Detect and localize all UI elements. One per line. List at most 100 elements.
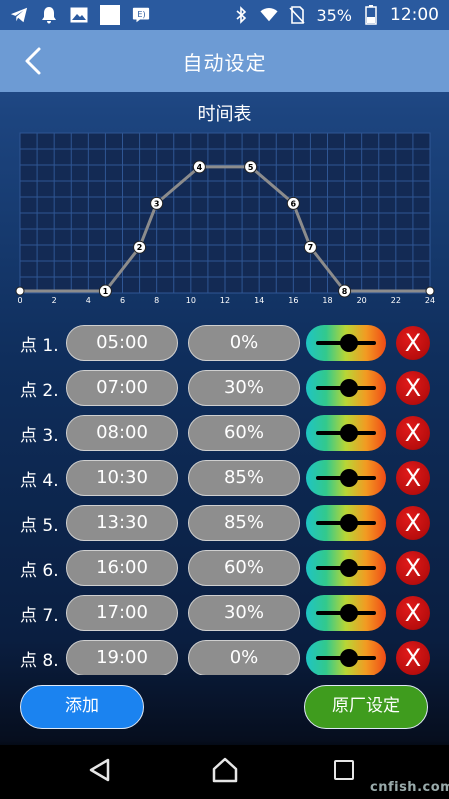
image-icon [70,6,88,24]
point-row-3: 点 3. 08:00 60% X [0,415,449,451]
color-slider-icon[interactable] [306,640,386,675]
no-sim-icon [288,6,306,24]
blank-app-icon [100,5,120,25]
chart-point-label: 4 [197,163,203,172]
chart-point[interactable]: 4 [192,160,206,174]
percent-field[interactable]: 30% [188,595,300,631]
time-field[interactable]: 13:30 [66,505,178,541]
title-bar: 自动设定 [0,30,449,92]
chart-point-label: 2 [137,243,143,252]
x-tick-label: 0 [17,296,22,305]
percent-field[interactable]: 60% [188,415,300,451]
point-row-2: 点 2. 07:00 30% X [0,370,449,406]
add-button[interactable]: 添加 [20,685,144,729]
chart-point-label: 8 [342,287,348,296]
x-tick-label: 2 [52,296,57,305]
chart-point-label: 5 [248,163,254,172]
point-label: 点 1. [20,336,59,356]
time-field[interactable]: 17:00 [66,595,178,631]
point-label: 点 4. [20,471,59,491]
color-slider-icon[interactable] [306,370,386,406]
x-tick-label: 24 [425,296,435,305]
chart-title: 时间表 [197,104,252,125]
chart-point[interactable]: 1 [98,284,112,298]
nav-recent-apps-icon[interactable] [334,760,354,780]
wifi-icon [260,6,278,24]
bluetooth-icon [232,6,250,24]
delete-icon[interactable]: X [396,551,430,585]
time-field[interactable]: 07:00 [66,370,178,406]
x-tick-label: 18 [322,296,332,305]
x-tick-label: 22 [391,296,401,305]
x-tick-label: 12 [220,296,230,305]
chevron-left-icon [25,47,41,75]
chart-point[interactable]: 8 [338,284,352,298]
chart-point[interactable]: 7 [303,240,317,254]
time-field[interactable]: 08:00 [66,415,178,451]
chart-point-label: 3 [154,199,160,208]
point-row-6: 点 6. 16:00 60% X [0,550,449,586]
x-tick-label: 8 [154,296,159,305]
chart-point[interactable] [15,286,25,296]
percent-field[interactable]: 30% [188,370,300,406]
page-title: 自动设定 [182,50,267,75]
back-button[interactable] [16,44,50,78]
watermark: cnfish.com [370,780,449,795]
percent-field[interactable]: 0% [188,640,300,675]
delete-icon[interactable]: X [396,371,430,405]
chart-point[interactable]: 3 [150,196,164,210]
percent-field[interactable]: 60% [188,550,300,586]
color-slider-icon[interactable] [306,595,386,631]
x-tick-label: 14 [254,296,264,305]
point-label: 点 6. [20,561,59,581]
delete-icon[interactable]: X [396,641,430,675]
notification-bell-icon [40,6,58,24]
status-bar: E) 35% 12:00 [0,0,449,30]
chart-point[interactable]: 5 [244,160,258,174]
x-tick-label: 6 [120,296,125,305]
color-slider-icon[interactable] [306,415,386,451]
point-row-7: 点 7. 17:00 30% X [0,595,449,631]
chart-point-label: 6 [291,199,297,208]
color-slider-icon[interactable] [306,460,386,496]
percent-field[interactable]: 85% [188,505,300,541]
point-label: 点 2. [20,381,59,401]
chart-point[interactable]: 6 [286,196,300,210]
point-label: 点 3. [20,426,59,446]
delete-icon[interactable]: X [396,461,430,495]
point-row-8: 点 8. 19:00 0% X [0,640,449,675]
color-slider-icon[interactable] [306,325,386,361]
chart-point[interactable]: 2 [133,240,147,254]
chart-point[interactable] [425,286,435,296]
x-tick-label: 10 [186,296,196,305]
x-tick-label: 20 [357,296,367,305]
chart-point-marker [425,286,435,296]
x-tick-label: 16 [288,296,298,305]
delete-icon[interactable]: X [396,416,430,450]
battery-icon [362,5,380,25]
factory-reset-button[interactable]: 原厂设定 [304,685,428,729]
nav-back-icon[interactable] [87,757,113,783]
percent-field[interactable]: 0% [188,325,300,361]
color-slider-icon[interactable] [306,505,386,541]
message-icon: E) [132,6,150,24]
battery-percent: 35% [316,5,352,25]
time-field[interactable]: 10:30 [66,460,178,496]
telegram-icon [10,6,28,24]
schedule-chart[interactable]: 0 2 4 6 8 10 12 14 16 18 20 22 24 12345678 [15,132,435,305]
point-list[interactable]: 点 1. 05:00 0% X 点 2. 07:00 30% X 点 3. 08… [0,325,449,675]
delete-icon[interactable]: X [396,596,430,630]
nav-home-icon[interactable] [211,756,239,784]
schedule-chart-svg: 0 2 4 6 8 10 12 14 16 18 20 22 24 1234 5678 [15,132,435,305]
color-slider-icon[interactable] [306,550,386,586]
chart-point-label: 7 [308,243,314,252]
time-field[interactable]: 16:00 [66,550,178,586]
time-field[interactable]: 19:00 [66,640,178,675]
point-label: 点 5. [20,516,59,536]
x-tick-label: 4 [86,296,91,305]
point-label: 点 8. [20,651,59,671]
time-field[interactable]: 05:00 [66,325,178,361]
percent-field[interactable]: 85% [188,460,300,496]
delete-icon[interactable]: X [396,326,430,360]
delete-icon[interactable]: X [396,506,430,540]
